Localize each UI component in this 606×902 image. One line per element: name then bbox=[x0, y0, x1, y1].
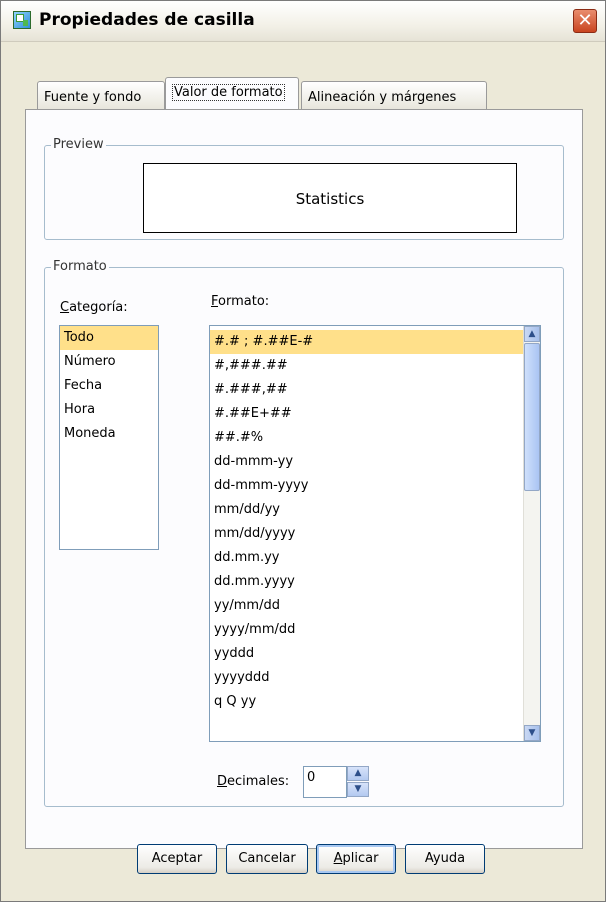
format-label-text: ormato: bbox=[218, 294, 270, 309]
format-item[interactable]: #.##E+## bbox=[210, 402, 524, 426]
tab-label: Valor de formato bbox=[172, 84, 285, 101]
category-label: Categoría: bbox=[60, 300, 128, 315]
category-item-numero[interactable]: Número bbox=[60, 350, 158, 374]
decimals-label: Decimales: bbox=[217, 774, 289, 789]
format-item[interactable]: #.# ; #.##E-# bbox=[210, 330, 524, 354]
format-mnemonic: F bbox=[211, 294, 219, 309]
apply-button[interactable]: Aplicar bbox=[316, 844, 396, 874]
scroll-down-icon[interactable]: ▼ bbox=[524, 725, 540, 741]
format-item[interactable]: dd-mmm-yy bbox=[210, 450, 524, 474]
format-item[interactable]: q Q yy bbox=[210, 690, 524, 714]
decimals-input[interactable]: 0 bbox=[303, 766, 347, 798]
decimals-decrement-icon[interactable]: ▼ bbox=[347, 782, 369, 797]
format-item[interactable]: yy/mm/dd bbox=[210, 594, 524, 618]
category-mnemonic: C bbox=[60, 300, 70, 315]
format-list[interactable]: #.# ; #.##E-# #,###.## #.###,## #.##E+##… bbox=[209, 325, 541, 742]
cell-properties-icon bbox=[13, 11, 31, 29]
format-item[interactable]: yyddd bbox=[210, 642, 524, 666]
tab-label: Fuente y fondo bbox=[44, 90, 142, 105]
preview-legend: Preview bbox=[51, 137, 106, 152]
tab-font-and-background[interactable]: Fuente y fondo bbox=[37, 81, 165, 109]
category-item-hora[interactable]: Hora bbox=[60, 398, 158, 422]
decimals-label-text: ecimales: bbox=[227, 774, 290, 789]
tab-panel-format-value: Preview Statistics Formato Categoría: Fo… bbox=[25, 109, 583, 849]
format-items: #.# ; #.##E-# #,###.## #.###,## #.##E+##… bbox=[210, 330, 524, 714]
category-label-text: ategoría: bbox=[69, 300, 128, 315]
format-label: Formato: bbox=[211, 294, 269, 309]
help-button[interactable]: Ayuda bbox=[405, 844, 485, 874]
format-item[interactable]: mm/dd/yyyy bbox=[210, 522, 524, 546]
category-list[interactable]: Todo Número Fecha Hora Moneda bbox=[59, 325, 159, 550]
preview-group: Preview Statistics bbox=[44, 137, 564, 240]
dialog-window: Propiedades de casilla ✕ Fuente y fondo … bbox=[0, 0, 606, 902]
format-item[interactable]: ##.#% bbox=[210, 426, 524, 450]
format-item[interactable]: dd.mm.yyyy bbox=[210, 570, 524, 594]
format-item[interactable]: #.###,## bbox=[210, 378, 524, 402]
apply-label: plicar bbox=[342, 851, 379, 866]
tab-label: Alineación y márgenes bbox=[308, 90, 457, 105]
format-item[interactable]: mm/dd/yy bbox=[210, 498, 524, 522]
format-item[interactable]: yyyy/mm/dd bbox=[210, 618, 524, 642]
title-bar[interactable]: Propiedades de casilla ✕ bbox=[1, 1, 605, 42]
category-item-fecha[interactable]: Fecha bbox=[60, 374, 158, 398]
category-item-todo[interactable]: Todo bbox=[60, 326, 158, 350]
format-group: Formato Categoría: Formato: Todo Número … bbox=[44, 259, 564, 807]
tab-alignment-margins[interactable]: Alineación y márgenes bbox=[301, 81, 487, 109]
tab-format-value[interactable]: Valor de formato bbox=[165, 77, 299, 109]
preview-box: Statistics bbox=[143, 163, 517, 233]
decimals-mnemonic: D bbox=[217, 774, 228, 789]
format-item[interactable]: dd-mmm-yyyy bbox=[210, 474, 524, 498]
ok-button[interactable]: Aceptar bbox=[137, 844, 217, 874]
cancel-button[interactable]: Cancelar bbox=[226, 844, 308, 874]
scroll-thumb[interactable] bbox=[524, 343, 540, 491]
format-item[interactable]: dd.mm.yy bbox=[210, 546, 524, 570]
category-item-moneda[interactable]: Moneda bbox=[60, 422, 158, 446]
dialog-title: Propiedades de casilla bbox=[39, 10, 255, 30]
format-item[interactable]: #,###.## bbox=[210, 354, 524, 378]
scroll-up-icon[interactable]: ▲ bbox=[524, 326, 540, 342]
format-list-scrollbar[interactable]: ▲ ▼ bbox=[523, 326, 540, 741]
decimals-increment-icon[interactable]: ▲ bbox=[347, 766, 369, 781]
format-legend: Formato bbox=[51, 259, 109, 274]
close-button[interactable]: ✕ bbox=[573, 9, 597, 33]
format-item[interactable]: yyyyddd bbox=[210, 666, 524, 690]
